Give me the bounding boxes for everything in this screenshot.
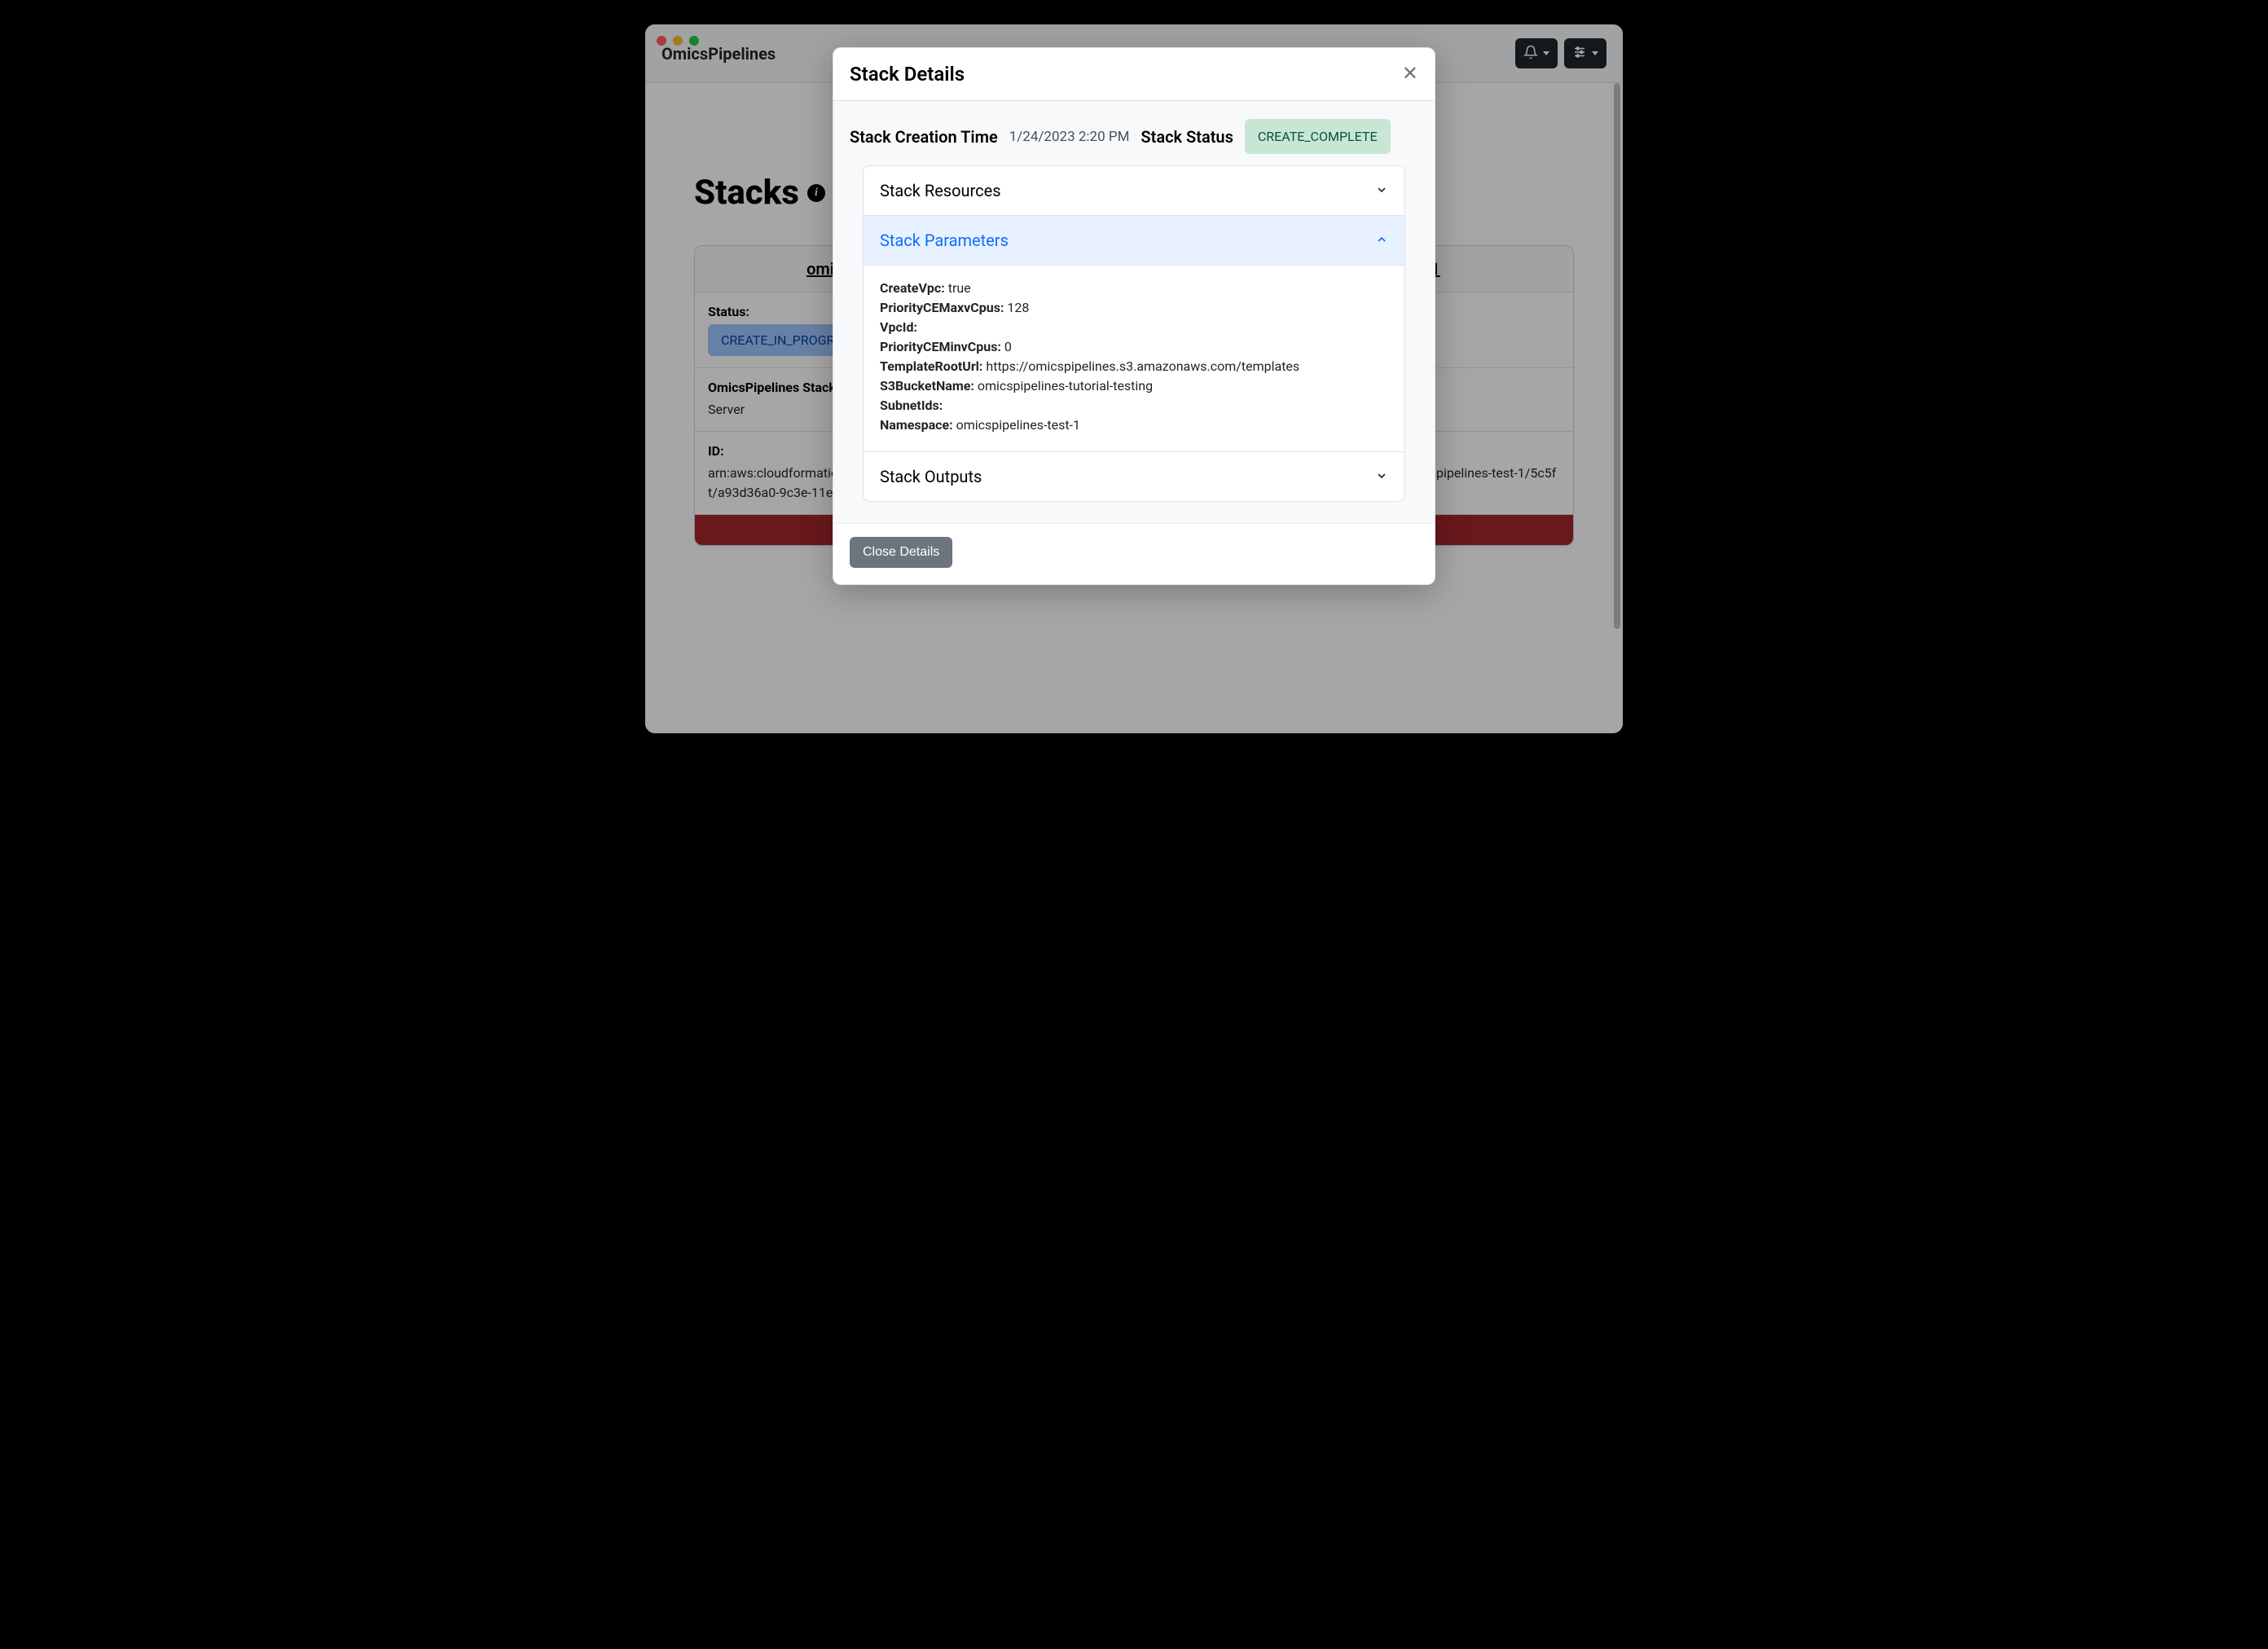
chevron-down-icon [1375,467,1388,486]
param-key: TemplateRootUrl: [880,358,982,374]
param-value: true [948,280,971,296]
modal-header: Stack Details ✕ [833,48,1435,101]
modal-footer: Close Details [833,524,1435,584]
param-key: PriorityCEMaxvCpus: [880,300,1004,315]
accordion-body-parameters: CreateVpc: true PriorityCEMaxvCpus: 128 … [864,265,1404,451]
app-window: OmicsPipelines Stacks i [645,24,1623,733]
accordion-item-outputs: Stack Outputs [864,451,1404,501]
accordion-title: Stack Parameters [880,231,1009,250]
accordion-item-parameters: Stack Parameters CreateVpc: true Priorit… [864,215,1404,451]
accordion-title: Stack Outputs [880,467,982,486]
stack-status-badge: CREATE_COMPLETE [1245,119,1391,154]
close-icon[interactable]: ✕ [1402,64,1418,84]
close-details-button[interactable]: Close Details [850,537,952,568]
accordion-header-resources[interactable]: Stack Resources [864,166,1404,215]
accordion-item-resources: Stack Resources [864,166,1404,215]
param-value: 128 [1007,300,1029,315]
param-key: SubnetIds: [880,398,943,413]
accordion: Stack Resources Stack Parameters [863,165,1405,502]
creation-time-value: 1/24/2023 2:20 PM [1009,129,1130,145]
accordion-header-outputs[interactable]: Stack Outputs [864,452,1404,501]
accordion-title: Stack Resources [880,181,1001,200]
modal-title: Stack Details [850,63,965,86]
modal-meta: Stack Creation Time 1/24/2023 2:20 PM St… [833,101,1435,524]
param-key: S3BucketName: [880,378,974,394]
accordion-header-parameters[interactable]: Stack Parameters [864,216,1404,265]
param-value: 0 [1004,339,1012,354]
param-value: https://omicspipelines.s3.amazonaws.com/… [986,358,1299,374]
param-value: omicspipelines-test-1 [956,417,1080,433]
param-key: CreateVpc: [880,280,945,296]
stack-status-label: Stack Status [1141,127,1233,147]
chevron-up-icon [1375,231,1388,250]
stack-details-modal: Stack Details ✕ Stack Creation Time 1/24… [833,47,1435,585]
param-key: Namespace: [880,417,953,433]
param-value: omicspipelines-tutorial-testing [978,378,1153,394]
param-key: VpcId: [880,319,917,335]
creation-time-label: Stack Creation Time [850,127,998,147]
param-key: PriorityCEMinvCpus: [880,339,1001,354]
chevron-down-icon [1375,181,1388,200]
